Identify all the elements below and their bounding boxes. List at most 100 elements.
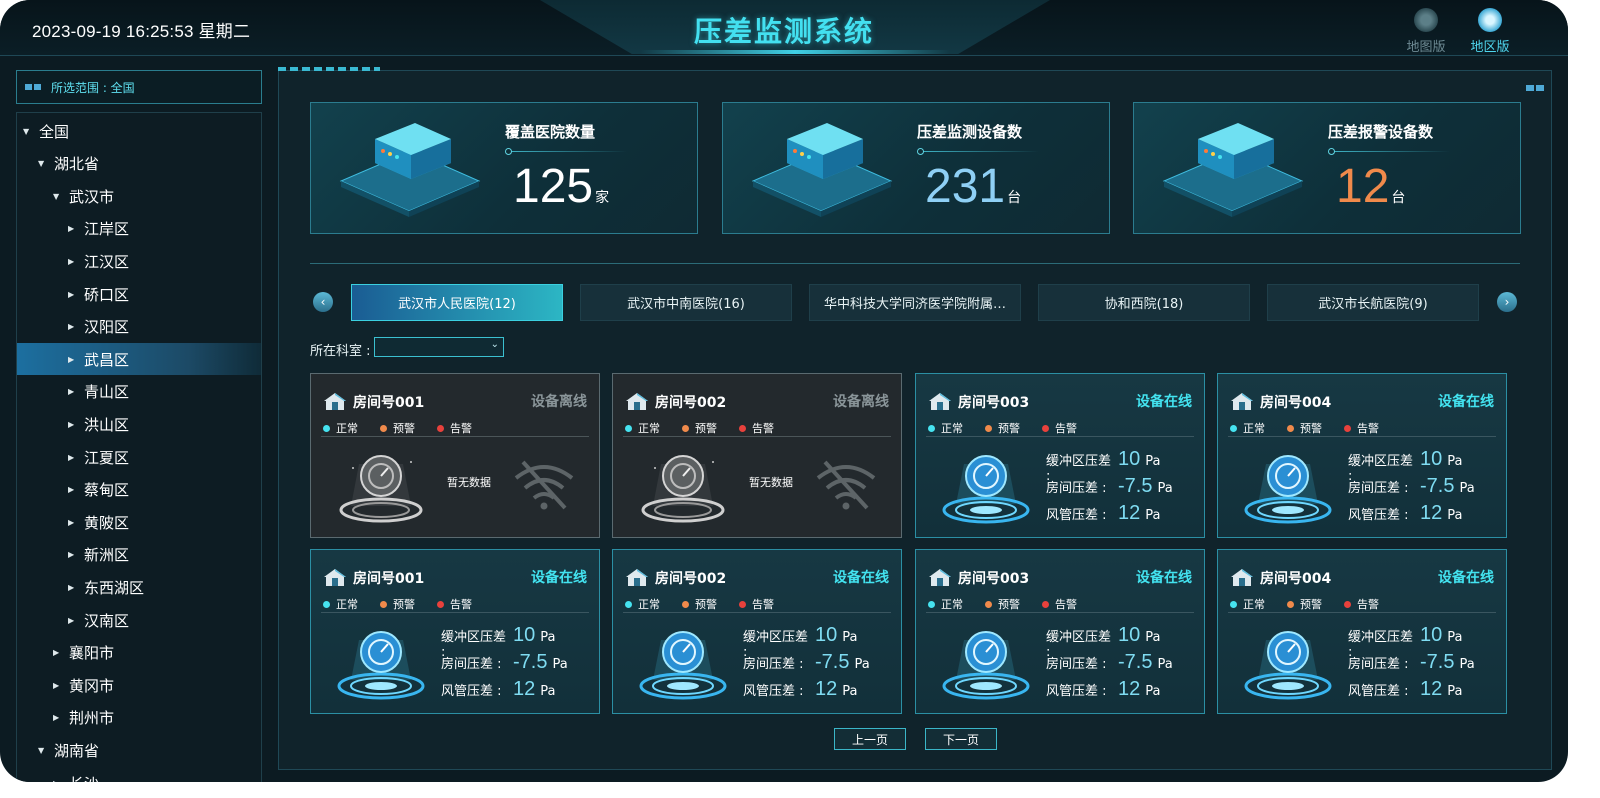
duct-pressure-label: 风管压差 : [441, 684, 502, 699]
map-view-button[interactable]: 地图版 [1396, 8, 1456, 55]
department-select[interactable]: ⌄ [374, 337, 504, 357]
tree-item[interactable]: ▶ 洪山区 [17, 408, 261, 440]
prev-page-button[interactable]: 上一页 [834, 728, 906, 750]
pressure-readings: 缓冲区压差 :10 Pa 房间压差 : -7.5 Pa 风管压差 :12 Pa [1046, 624, 1173, 705]
legend-label: 告警 [752, 598, 774, 611]
tree-item[interactable]: ▶ 新洲区 [17, 539, 261, 571]
stat-number: 12 [1336, 160, 1390, 213]
tree-item[interactable]: ▶ 荆州市 [17, 702, 261, 734]
duct-pressure-value: 12 [513, 678, 536, 700]
room-pressure-value: -7.5 [1420, 475, 1455, 497]
tree-item[interactable]: ▶ 汉阳区 [17, 311, 261, 343]
caret-right-icon: ▶ [68, 322, 75, 332]
tree-item[interactable]: ▶ 黄冈市 [17, 669, 261, 701]
tree-item[interactable]: ▶ 青山区 [17, 376, 261, 408]
room-separator [623, 612, 891, 613]
tabs-next-button[interactable]: › [1497, 292, 1517, 312]
room-card[interactable]: 房间号004 设备在线 正常 预警 告警 缓冲区压差 :10 Pa 房间压差 : -7.5 Pa… [1217, 373, 1507, 538]
tree-item[interactable]: ▶ 黄陂区 [17, 506, 261, 538]
legend-item: 告警 [739, 420, 774, 436]
duct-pressure-unit: Pa [540, 684, 556, 699]
house-icon [1230, 392, 1254, 410]
tree-item[interactable]: ▼ 武汉市 [17, 180, 261, 212]
buffer-pressure-unit: Pa [1447, 454, 1463, 469]
region-view-label: 地区版 [1470, 40, 1510, 55]
duct-pressure-unit: Pa [1447, 508, 1463, 523]
room-separator [623, 436, 891, 437]
legend-label: 告警 [1357, 422, 1379, 435]
house-icon [625, 392, 649, 410]
tree-item[interactable]: ▶ 江夏区 [17, 441, 261, 473]
buffer-pressure-value: 10 [1118, 624, 1141, 646]
caret-right-icon: ▶ [53, 680, 60, 690]
tree-item[interactable]: ▶ 长沙 [17, 767, 261, 783]
tree-item-label: 武汉市 [69, 187, 115, 206]
legend-item: 正常 [323, 420, 358, 436]
room-pressure-value: -7.5 [1420, 651, 1455, 673]
room-title: 房间号002 [655, 395, 727, 411]
tree-item[interactable]: ▶ 江岸区 [17, 213, 261, 245]
pressure-gauge-icon [938, 620, 1034, 704]
tree-item[interactable]: ▶ 硚口区 [17, 278, 261, 310]
room-card[interactable]: 房间号001 设备离线 正常 预警 告警 暂无数据 [310, 373, 600, 538]
legend-label: 告警 [1055, 598, 1077, 611]
stat-number: 231 [925, 160, 1006, 213]
next-page-button[interactable]: 下一页 [925, 728, 997, 750]
room-card[interactable]: 房间号001 设备在线 正常 预警 告警 缓冲区压差 :10 Pa 房间压差 : -7.5 Pa… [310, 549, 600, 714]
hospital-tab[interactable]: 协和西院(18) [1038, 284, 1250, 321]
tree-item[interactable]: ▶ 蔡甸区 [17, 474, 261, 506]
room-card[interactable]: 房间号003 设备在线 正常 预警 告警 缓冲区压差 :10 Pa 房间压差 : -7.5 Pa… [915, 373, 1205, 538]
caret-right-icon: ▶ [68, 419, 75, 429]
house-icon [928, 392, 952, 410]
caret-down-icon: ▼ [38, 745, 45, 755]
caret-right-icon: ▶ [68, 517, 75, 527]
pressure-readings: 缓冲区压差 :10 Pa 房间压差 : -7.5 Pa 风管压差 :12 Pa [1348, 448, 1475, 529]
tree-item-label: 江岸区 [84, 220, 130, 239]
tree-item[interactable]: ▼ 湖南省 [17, 734, 261, 766]
tree-item[interactable]: ▶ 汉南区 [17, 604, 261, 636]
hospital-tab[interactable]: 武汉市长航医院(9) [1267, 284, 1479, 321]
legend-label: 正常 [1243, 422, 1265, 435]
device-status: 设备在线 [1438, 394, 1494, 410]
tree-item-label: 长沙 [69, 773, 99, 783]
room-pressure-row: 房间压差 : -7.5 Pa [441, 651, 568, 678]
pressure-gauge-icon [635, 444, 731, 528]
tabs-prev-button[interactable]: ‹ [313, 292, 333, 312]
stat-line [507, 151, 627, 152]
tree-item[interactable]: ▶ 武昌区 [17, 343, 261, 376]
stat-card: 覆盖医院数量 125 家 [310, 102, 698, 234]
tree-item[interactable]: ▶ 襄阳市 [17, 637, 261, 669]
hospital-tab[interactable]: 华中科技大学同济医学院附属… [809, 284, 1021, 321]
region-view-button[interactable]: 地区版 [1460, 8, 1520, 55]
legend-label: 正常 [1243, 598, 1265, 611]
room-card[interactable]: 房间号003 设备在线 正常 预警 告警 缓冲区压差 :10 Pa 房间压差 : -7.5 Pa… [915, 549, 1205, 714]
legend-label: 告警 [1357, 598, 1379, 611]
tree-item[interactable]: ▼ 湖北省 [17, 148, 261, 180]
room-pressure-row: 房间压差 : -7.5 Pa [743, 651, 870, 678]
tree-item-label: 襄阳市 [69, 644, 115, 663]
stat-dot [1328, 148, 1335, 155]
room-card[interactable]: 房间号002 设备在线 正常 预警 告警 缓冲区压差 :10 Pa 房间压差 : -7.5 Pa… [612, 549, 902, 714]
tree-item-label: 武昌区 [84, 350, 130, 369]
hospital-tab[interactable]: 武汉市中南医院(16) [580, 284, 792, 321]
legend-dot [985, 600, 992, 608]
hospital-tab[interactable]: 武汉市人民医院(12) [351, 284, 563, 321]
buffer-pressure-unit: Pa [1447, 630, 1463, 645]
room-separator [1228, 612, 1496, 613]
buffer-pressure-value: 10 [513, 624, 536, 646]
room-separator [321, 436, 589, 437]
region-globe-icon [1478, 8, 1502, 32]
device-status: 设备在线 [531, 570, 587, 586]
tree-item[interactable]: ▶ 东西湖区 [17, 571, 261, 603]
room-pressure-label: 房间压差 : [743, 657, 804, 672]
legend-label: 正常 [336, 422, 358, 435]
status-legend: 正常 预警 告警 [1230, 420, 1379, 436]
no-data-text: 暂无数据 [447, 476, 491, 489]
buffer-pressure-unit: Pa [540, 630, 556, 645]
room-card[interactable]: 房间号002 设备离线 正常 预警 告警 暂无数据 [612, 373, 902, 538]
tree-item[interactable]: ▼ 全国 [17, 115, 261, 147]
tree-item[interactable]: ▶ 江汉区 [17, 245, 261, 277]
room-card[interactable]: 房间号004 设备在线 正常 预警 告警 缓冲区压差 :10 Pa 房间压差 : -7.5 Pa… [1217, 549, 1507, 714]
caret-right-icon: ▶ [53, 713, 60, 723]
duct-pressure-value: 12 [1420, 678, 1443, 700]
